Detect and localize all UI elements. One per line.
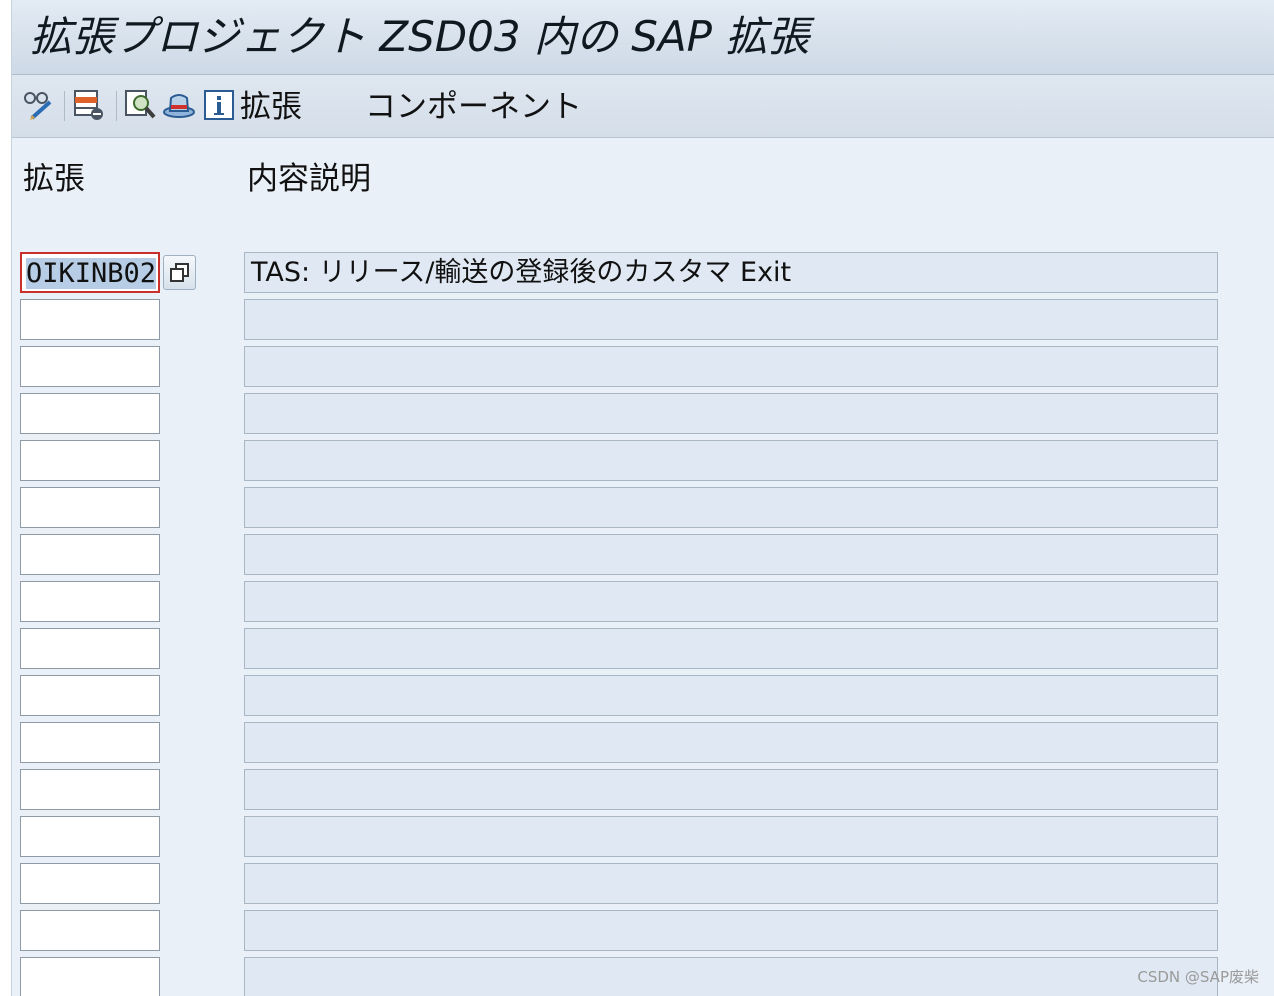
description-field bbox=[244, 534, 1218, 575]
delete-row-icon[interactable] bbox=[72, 88, 106, 122]
description-field bbox=[244, 769, 1218, 810]
description-field bbox=[244, 628, 1218, 669]
table-row: OIKINB02 TAS: リリース/輸送の登録後のカスタマ Exit bbox=[12, 252, 1274, 296]
description-field bbox=[244, 440, 1218, 481]
components-button[interactable]: コンポーネント bbox=[365, 89, 582, 125]
table-row bbox=[12, 487, 1274, 531]
enhancement-field[interactable] bbox=[20, 628, 160, 669]
table-row bbox=[12, 299, 1274, 343]
enhancement-field[interactable] bbox=[20, 957, 160, 996]
hat-icon[interactable] bbox=[162, 88, 196, 122]
description-field bbox=[244, 957, 1218, 996]
title-bar: 拡張プロジェクト ZSD03 内の SAP 拡張 bbox=[12, 0, 1274, 75]
enhancement-field[interactable] bbox=[20, 393, 160, 434]
value-help-icon bbox=[170, 263, 189, 282]
enhancement-field[interactable] bbox=[20, 910, 160, 951]
find-icon[interactable] bbox=[124, 88, 158, 122]
enhancement-field[interactable] bbox=[20, 816, 160, 857]
table-row bbox=[12, 910, 1274, 954]
description-field bbox=[244, 487, 1218, 528]
description-field bbox=[244, 722, 1218, 763]
table-row bbox=[12, 769, 1274, 813]
enhancement-field[interactable] bbox=[20, 863, 160, 904]
enhancement-button[interactable]: 拡張 bbox=[240, 89, 302, 125]
description-field bbox=[244, 910, 1218, 951]
application-toolbar: 拡張 コンポーネント bbox=[12, 75, 1274, 138]
enhancement-field[interactable] bbox=[20, 346, 160, 387]
description-field bbox=[244, 675, 1218, 716]
description-field bbox=[244, 863, 1218, 904]
display-change-icon[interactable] bbox=[22, 88, 56, 122]
enhancement-field[interactable] bbox=[20, 675, 160, 716]
enhancement-field[interactable] bbox=[20, 769, 160, 810]
toolbar-separator bbox=[116, 91, 117, 121]
table-row bbox=[12, 346, 1274, 390]
enhancement-field[interactable] bbox=[20, 722, 160, 763]
column-header-enhancement: 拡張 bbox=[23, 161, 85, 197]
sap-window: 拡張プロジェクト ZSD03 内の SAP 拡張 拡張 コンポーネント 拡張 内… bbox=[11, 0, 1274, 996]
enhancement-value: OIKINB02 bbox=[26, 258, 157, 289]
column-header-description: 内容説明 bbox=[247, 161, 371, 197]
value-help-button[interactable] bbox=[163, 255, 196, 290]
toolbar-separator bbox=[64, 91, 65, 121]
description-field: TAS: リリース/輸送の登録後のカスタマ Exit bbox=[244, 252, 1218, 293]
description-field bbox=[244, 299, 1218, 340]
description-field bbox=[244, 346, 1218, 387]
info-icon[interactable] bbox=[202, 88, 236, 122]
table-row bbox=[12, 534, 1274, 578]
table-row bbox=[12, 722, 1274, 766]
table-row bbox=[12, 816, 1274, 860]
table-row bbox=[12, 581, 1274, 625]
description-field bbox=[244, 816, 1218, 857]
table-row bbox=[12, 863, 1274, 907]
table-row bbox=[12, 675, 1274, 719]
enhancement-field[interactable]: OIKINB02 bbox=[20, 252, 160, 293]
table-row bbox=[12, 440, 1274, 484]
description-field bbox=[244, 581, 1218, 622]
page-title: 拡張プロジェクト ZSD03 内の SAP 拡張 bbox=[30, 12, 810, 61]
table-row bbox=[12, 957, 1274, 996]
enhancement-field[interactable] bbox=[20, 299, 160, 340]
table-row bbox=[12, 628, 1274, 672]
enhancement-field[interactable] bbox=[20, 581, 160, 622]
enhancement-field[interactable] bbox=[20, 487, 160, 528]
watermark: CSDN @SAP废柴 bbox=[1137, 968, 1259, 986]
description-field bbox=[244, 393, 1218, 434]
enhancement-field[interactable] bbox=[20, 440, 160, 481]
table-row bbox=[12, 393, 1274, 437]
enhancement-field[interactable] bbox=[20, 534, 160, 575]
